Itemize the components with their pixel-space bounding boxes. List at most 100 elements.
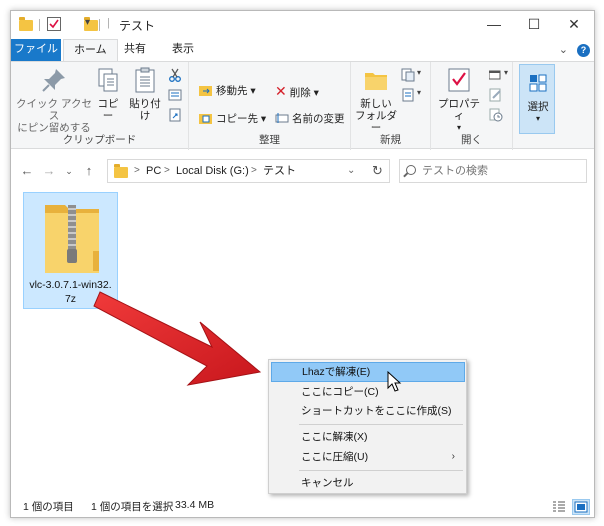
file-name-line-2: 7z — [64, 293, 77, 305]
select-label: 選択 — [527, 101, 549, 113]
zip-folder-icon — [43, 199, 101, 275]
easy-access-dropdown-icon[interactable]: ▾ — [417, 88, 421, 97]
new-group: 新しい フォルダー ▾ ▾ 新規 — [351, 62, 431, 150]
selected-count: 1 個の項目を選択 — [91, 501, 174, 513]
ribbon-tabs: ファイル ホーム 共有 表示 ⌄ ? — [11, 39, 594, 61]
maximize-button[interactable]: ☐ — [514, 11, 554, 39]
breadcrumb-current-folder[interactable]: テスト — [263, 160, 296, 182]
search-icon — [406, 165, 416, 175]
menu-item-create-shortcut[interactable]: ショートカットをここに作成(S) — [271, 401, 465, 421]
pin-label-1: クイック アクセス — [16, 98, 92, 122]
delete-label: 削除 — [289, 87, 311, 99]
chevron-right-icon[interactable]: > — [134, 160, 140, 182]
tab-view[interactable]: 表示 — [162, 39, 204, 61]
properties-button[interactable]: プロパティ ▾ — [435, 66, 483, 134]
tab-home[interactable]: ホーム — [63, 39, 118, 61]
new-folder-label-1: 新しい — [360, 98, 392, 110]
breadcrumb-pc[interactable]: PC — [146, 160, 161, 182]
delete-icon: ✕ — [275, 83, 287, 99]
address-dropdown-icon[interactable]: ⌄ — [347, 160, 355, 182]
properties-icon — [445, 66, 473, 94]
new-folder-button[interactable]: 新しい フォルダー — [355, 66, 397, 134]
paste-label: 貼り付け — [129, 98, 161, 122]
menu-separator — [299, 470, 463, 471]
paste-shortcut-icon[interactable] — [168, 108, 182, 122]
move-to-icon — [199, 84, 213, 96]
open-dropdown-icon[interactable]: ▾ — [504, 68, 508, 77]
copy-to-button[interactable]: コピー先 ▾ — [199, 110, 266, 128]
file-name: vlc-3.0.7.1-win32. 7z — [24, 278, 117, 306]
rename-button[interactable]: 名前の変更 — [275, 110, 345, 128]
move-to-button[interactable]: 移動先 ▾ — [199, 82, 256, 100]
compress-here-label: ここに圧縮(U) — [301, 451, 369, 463]
pin-icon — [40, 66, 68, 94]
large-icons-view-button[interactable] — [572, 499, 590, 515]
open-group-label: 開く — [461, 134, 482, 146]
forward-button[interactable]: → — [41, 161, 57, 181]
organize-group-label: 整理 — [259, 134, 280, 146]
new-item-icon[interactable] — [401, 68, 415, 82]
search-box[interactable] — [399, 159, 587, 183]
menu-item-compress-here[interactable]: ここに圧縮(U) › — [271, 447, 465, 467]
paste-button[interactable]: 貼り付け — [125, 66, 165, 122]
history-icon[interactable] — [489, 108, 503, 122]
copy-button[interactable]: コピー — [93, 66, 123, 122]
organize-group: 移動先 ▾ コピー先 ▾ ✕ 削除 ▾ 名前の変更 整理 — [189, 62, 351, 150]
divider: | — [107, 17, 110, 29]
copy-path-icon[interactable] — [168, 88, 182, 102]
submenu-arrow-icon: › — [451, 451, 455, 462]
folder-icon — [114, 164, 128, 178]
help-icon[interactable]: ? — [577, 44, 590, 57]
easy-access-icon[interactable] — [401, 88, 415, 102]
new-item-dropdown-icon[interactable]: ▾ — [417, 68, 421, 77]
delete-button[interactable]: ✕ 削除 ▾ — [275, 82, 319, 100]
search-input[interactable] — [422, 163, 582, 179]
new-folder-label-2: フォルダー — [355, 110, 397, 134]
select-button[interactable]: 選択 ▾ — [519, 64, 555, 134]
details-view-button[interactable] — [550, 499, 568, 515]
close-button[interactable]: ✕ — [554, 11, 594, 39]
customize-quick-access-icon[interactable]: ▾ — [85, 17, 90, 33]
paste-icon — [131, 66, 159, 94]
recent-locations-dropdown-icon[interactable]: ⌄ — [61, 161, 77, 181]
edit-icon[interactable] — [489, 88, 503, 102]
open-icon[interactable] — [488, 68, 503, 82]
menu-item-extract-here[interactable]: ここに解凍(X) — [271, 427, 465, 447]
chevron-right-icon[interactable]: > — [164, 160, 170, 182]
file-item[interactable]: vlc-3.0.7.1-win32. 7z — [23, 192, 118, 309]
divider — [99, 19, 100, 31]
clipboard-group-label: クリップボード — [62, 134, 137, 146]
breadcrumb-local-disk[interactable]: Local Disk (G:) — [176, 160, 249, 182]
tab-share[interactable]: 共有 — [114, 39, 156, 61]
menu-item-lhaz-extract[interactable]: Lhazで解凍(E) — [271, 362, 465, 382]
mouse-cursor-icon — [387, 371, 402, 392]
select-dropdown-icon: ▾ — [535, 114, 540, 123]
menu-separator — [299, 424, 463, 425]
tab-file[interactable]: ファイル — [11, 39, 61, 61]
cut-icon[interactable] — [168, 68, 182, 82]
address-bar[interactable]: > PC > Local Disk (G:) > テスト ⌄ — [107, 159, 389, 183]
properties-quick-icon[interactable] — [47, 17, 61, 31]
copy-to-icon — [199, 112, 213, 124]
refresh-button[interactable]: ↻ — [366, 159, 390, 183]
status-bar: 1 個の項目 1 個の項目を選択 33.4 MB — [11, 493, 594, 517]
menu-item-cancel[interactable]: キャンセル — [271, 473, 465, 493]
item-count: 1 個の項目 — [23, 501, 74, 513]
copy-label: コピー — [97, 98, 119, 122]
window-title: テスト — [119, 19, 156, 33]
context-menu: Lhazで解凍(E) ここにコピー(C) ショートカットをここに作成(S) ここ… — [268, 359, 467, 494]
chevron-right-icon[interactable]: > — [251, 160, 257, 182]
open-group: プロパティ ▾ ▾ 開く — [431, 62, 513, 150]
copy-to-label: コピー先 — [216, 113, 258, 125]
properties-label: プロパティ — [438, 98, 480, 122]
move-to-label: 移動先 — [216, 85, 248, 97]
navigation-row: ← → ⌄ ↑ > PC > Local Disk (G:) > テスト ⌄ ↻ — [11, 156, 594, 186]
rename-icon — [275, 112, 289, 124]
pin-to-quick-access-button[interactable]: クイック アクセス にピン留めする — [15, 66, 93, 134]
menu-item-copy-here[interactable]: ここにコピー(C) — [271, 382, 465, 402]
minimize-button[interactable]: — — [474, 11, 514, 39]
expand-ribbon-icon[interactable]: ⌄ — [559, 44, 568, 56]
back-button[interactable]: ← — [19, 161, 35, 181]
folder-icon — [19, 17, 33, 31]
up-button[interactable]: ↑ — [81, 161, 97, 181]
